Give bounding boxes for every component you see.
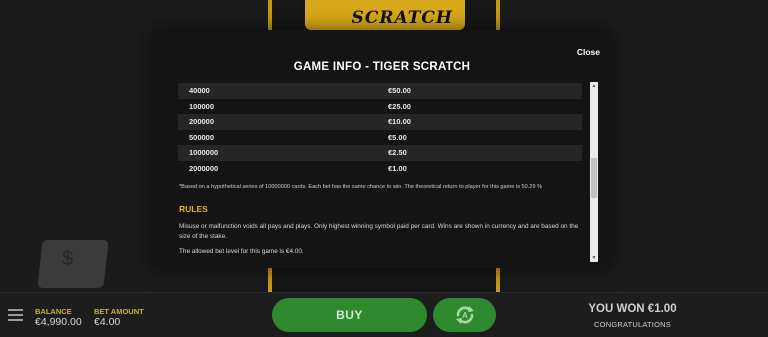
paytable-chance: 1000000 (189, 148, 219, 158)
paytable-prize: €1.00 (388, 163, 407, 173)
autoplay-icon: A (455, 306, 474, 324)
svg-text:A: A (462, 311, 468, 320)
paytable-footnote: *Based on a hypothetical series of 10000… (179, 184, 543, 190)
paytable-prize: €10.00 (388, 117, 411, 127)
game-logo: SCRATCH (305, 0, 465, 30)
paytable-prize: €5.00 (388, 132, 407, 142)
paytable-prize: €50.00 (388, 86, 411, 96)
scrollbar-thumb[interactable] (591, 158, 597, 198)
paytable: 40000 €50.00 100000 €25.00 200000 €10.00… (178, 83, 582, 176)
bet-amount-value[interactable]: €4.00 (94, 316, 120, 328)
rules-text: Misuse or malfunction voids all pays and… (179, 223, 579, 240)
paytable-row: 100000 €25.00 (178, 99, 582, 115)
autoplay-button[interactable]: A (433, 298, 496, 332)
modal-title: GAME INFO - TIGER SCRATCH (293, 61, 471, 73)
modal-content[interactable]: 40000 €50.00 100000 €25.00 200000 €10.00… (178, 83, 592, 261)
win-amount-text: YOU WON €1.00 (588, 303, 677, 315)
paytable-row: 2000000 €1.00 (178, 161, 582, 177)
hamburger-menu-icon[interactable] (8, 309, 23, 321)
paytable-row: 1000000 €2.50 (178, 145, 582, 161)
close-button[interactable]: Close (577, 47, 600, 57)
paytable-chance: 500000 (189, 132, 215, 142)
rules-heading: RULES (179, 204, 208, 214)
balance-value: €4,990.00 (35, 316, 82, 328)
balance-label: BALANCE (35, 307, 72, 316)
buy-button[interactable]: BUY (272, 298, 427, 332)
paytable-chance: 200000 (189, 117, 215, 127)
paytable-row: 200000 €10.00 (178, 114, 582, 130)
bet-amount-label: BET AMOUNT (94, 307, 144, 316)
paytable-chance: 2000000 (189, 163, 219, 173)
paytable-chance: 40000 (189, 86, 210, 96)
paytable-row: 40000 €50.00 (178, 83, 582, 99)
game-logo-text: SCRATCH (351, 8, 453, 28)
scroll-down-icon[interactable]: ▼ (591, 255, 597, 261)
win-message: CONGRATULATIONS (594, 320, 671, 329)
allowed-bet-text: The allowed bet level for this game is €… (179, 248, 304, 255)
dollar-icon: $ (62, 248, 74, 270)
game-info-modal: Close GAME INFO - TIGER SCRATCH 40000 €5… (152, 30, 612, 268)
paytable-prize: €2.50 (388, 148, 407, 158)
bottom-bar: BALANCE €4,990.00 BET AMOUNT €4.00 BUY A… (0, 292, 768, 337)
modal-scrollbar[interactable]: ▲ ▼ (590, 82, 598, 262)
scroll-up-icon[interactable]: ▲ (591, 83, 597, 89)
paytable-prize: €25.00 (388, 101, 411, 111)
paytable-chance: 100000 (189, 101, 215, 111)
paytable-row: 500000 €5.00 (178, 130, 582, 146)
